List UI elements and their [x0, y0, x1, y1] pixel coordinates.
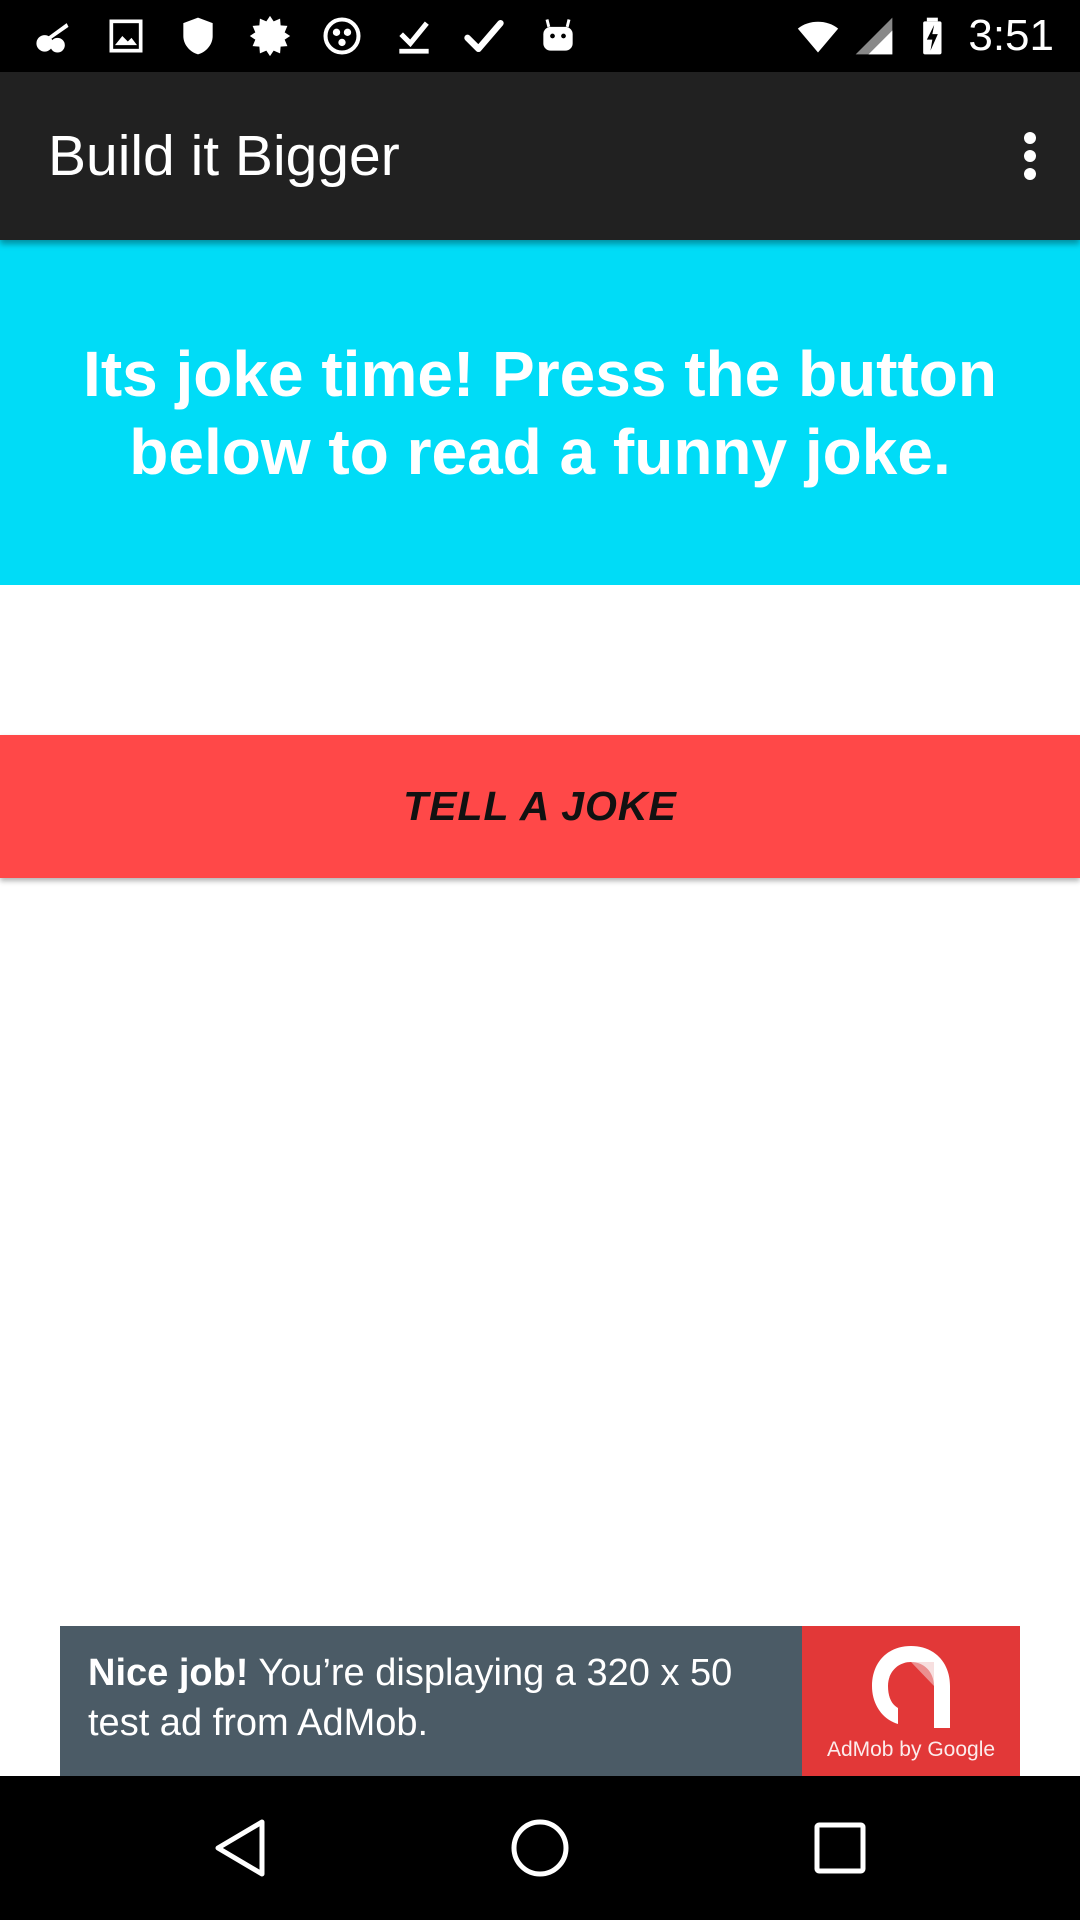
- joke-intro-banner: Its joke time! Press the button below to…: [0, 240, 1080, 585]
- shield-notification-icon: [176, 14, 220, 58]
- navigation-bar: [0, 1776, 1080, 1920]
- admob-logo-icon: [872, 1646, 950, 1728]
- admob-test-ad[interactable]: Nice job! You’re displaying a 320 x 50 t…: [60, 1626, 1020, 1776]
- ad-logo-text: AdMob by Google: [826, 1738, 996, 1761]
- download-done-icon: [392, 14, 436, 58]
- recents-icon[interactable]: [790, 1798, 890, 1898]
- admob-logo: AdMob by Google: [802, 1626, 1020, 1776]
- music-notification-icon: [30, 14, 74, 58]
- status-bar: 3:51: [0, 0, 1080, 72]
- app-notification-icon: [320, 14, 364, 58]
- battery-charging-icon: [914, 14, 958, 58]
- check-icon: [462, 14, 506, 58]
- ad-headline: Nice job!: [88, 1652, 249, 1694]
- app-title: Build it Bigger: [48, 124, 400, 188]
- more-vert-icon[interactable]: [998, 116, 1062, 196]
- ad-text: Nice job! You’re displaying a 320 x 50 t…: [88, 1648, 788, 1748]
- status-time: 3:51: [968, 11, 1054, 60]
- home-icon[interactable]: [490, 1798, 590, 1898]
- back-icon[interactable]: [190, 1798, 290, 1898]
- image-notification-icon: [104, 14, 148, 58]
- settings-burst-icon: [248, 14, 292, 58]
- joke-intro-text: Its joke time! Press the button below to…: [83, 337, 997, 488]
- tell-joke-button-label: TELL A JOKE: [403, 783, 677, 829]
- wifi-icon: [796, 14, 840, 58]
- tell-joke-button[interactable]: TELL A JOKE: [0, 735, 1080, 878]
- app-bar: Build it Bigger: [0, 72, 1080, 240]
- cell-signal-icon: [852, 14, 896, 58]
- android-robot-icon: [536, 14, 580, 58]
